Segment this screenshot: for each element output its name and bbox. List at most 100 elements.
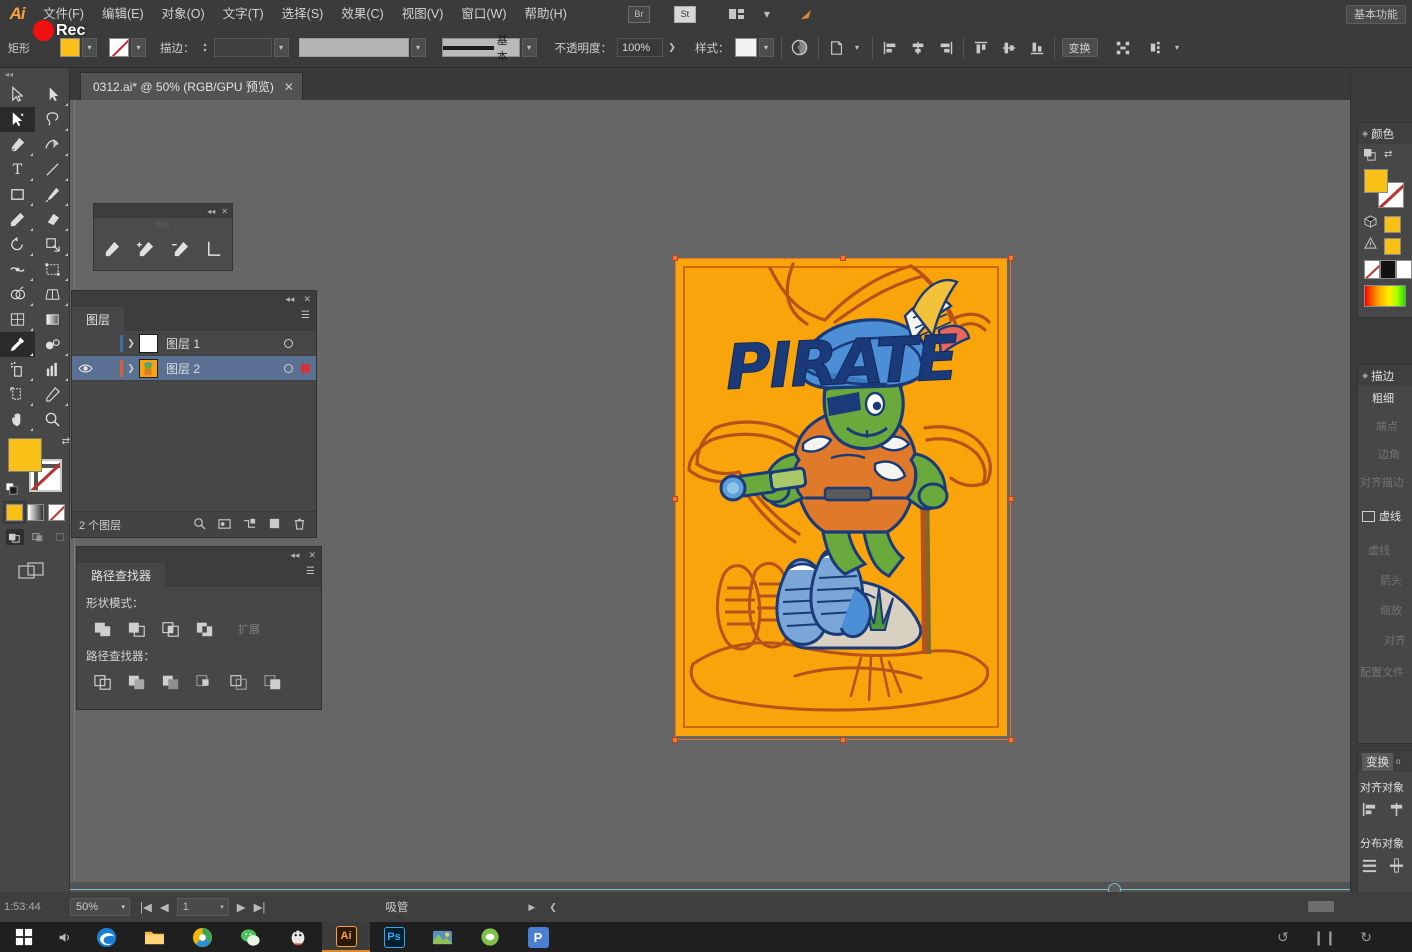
distribute-center-icon[interactable]	[1388, 857, 1405, 879]
select-similar-icon[interactable]	[1146, 37, 1168, 59]
selection-tool[interactable]	[0, 82, 35, 107]
paintbrush-tool[interactable]	[35, 182, 70, 207]
black-swatch[interactable]	[1380, 260, 1396, 279]
color-panel[interactable]: ◈ 颜色 ⇄	[1357, 122, 1412, 318]
add-anchor-point-tool[interactable]	[133, 236, 159, 260]
make-clipping-mask-icon[interactable]	[218, 517, 231, 533]
swap-fill-stroke-icon[interactable]: ⇄	[62, 436, 70, 447]
align-center-icon-panel[interactable]	[1388, 801, 1405, 823]
out-of-gamut-warning-icon[interactable]	[1364, 237, 1377, 255]
eyedropper-tool[interactable]	[0, 332, 35, 357]
layers-panel[interactable]: ◂◂ ✕ 图层 ☰ ❯ 图层 1 ❯ 图层 2	[71, 290, 317, 538]
stroke-panel[interactable]: ◈ 描边 粗细 端点 边角 对齐描边 虚线 虚线 箭头 缩放 对齐 配置文件	[1357, 364, 1412, 744]
illustrator-icon[interactable]: Ai	[322, 922, 370, 952]
prev-page-icon[interactable]: ◀	[160, 900, 169, 914]
transform-button[interactable]: 变换	[1062, 38, 1098, 57]
minus-back-button[interactable]	[258, 670, 287, 693]
dashed-line-row[interactable]: 虚线	[1358, 490, 1412, 524]
behance-icon[interactable]	[792, 3, 822, 25]
layer-visibility-icon-2[interactable]	[72, 363, 98, 374]
mesh-tool[interactable]	[0, 307, 35, 332]
document-setup-dropdown-icon[interactable]: ▾	[850, 38, 865, 57]
menu-window[interactable]: 窗口(W)	[452, 0, 515, 28]
app-icon-circle[interactable]	[466, 922, 514, 952]
pen-tool[interactable]	[0, 132, 35, 157]
none-swatch[interactable]	[1364, 260, 1380, 279]
stroke-panel-collapse-icon[interactable]: ◈	[1362, 371, 1368, 380]
app-icon-p[interactable]: P	[514, 922, 562, 952]
symbol-sprayer-tool[interactable]	[0, 357, 35, 382]
locate-object-icon[interactable]	[193, 517, 206, 533]
artboard-tool[interactable]	[0, 382, 35, 407]
workspace-switcher[interactable]: 基本功能	[1346, 5, 1406, 24]
perspective-grid-tool[interactable]	[35, 282, 70, 307]
expand-button[interactable]: 扩展	[238, 621, 260, 637]
undo-icon[interactable]: ↺	[1277, 929, 1289, 946]
brush-dropdown-icon[interactable]: ▾	[411, 38, 426, 57]
layer-expand-icon-1[interactable]: ❯	[123, 338, 139, 349]
close-icon-layers[interactable]: ✕	[303, 294, 311, 305]
align-top-icon[interactable]	[971, 38, 991, 58]
distribute-top-icon[interactable]	[1361, 857, 1378, 879]
document-tab[interactable]: 0312.ai* @ 50% (RGB/GPU 预览) ✕	[80, 72, 303, 100]
width-tool[interactable]	[0, 257, 35, 282]
first-page-icon[interactable]: |◀	[140, 900, 152, 914]
menu-view[interactable]: 视图(V)	[393, 0, 453, 28]
page-dropdown-icon[interactable]: ▾	[220, 903, 224, 911]
tools-panel-grip[interactable]: ◂◂	[0, 68, 69, 80]
rectangle-tool[interactable]	[0, 182, 35, 207]
pause-icon[interactable]: ❙❙	[1313, 929, 1336, 946]
fill-swatch[interactable]	[60, 38, 80, 57]
transform-panel-title[interactable]: 变换	[1362, 753, 1393, 771]
arrange-documents-icon[interactable]	[722, 3, 752, 25]
layer-name-1[interactable]: 图层 1	[166, 335, 284, 352]
align-left-icon[interactable]	[880, 38, 900, 58]
start-button[interactable]	[0, 922, 48, 952]
browser-icon[interactable]	[178, 922, 226, 952]
layer-target-icon-2[interactable]	[284, 364, 293, 373]
intersect-button[interactable]	[156, 617, 185, 640]
delete-layer-icon[interactable]	[293, 517, 306, 533]
draw-inside-button[interactable]	[51, 529, 69, 545]
stroke-weight-dropdown-icon[interactable]: ▾	[274, 38, 289, 57]
direct-selection-tool[interactable]	[35, 82, 70, 107]
next-page-icon[interactable]: ▶	[237, 900, 246, 914]
layer-name-2[interactable]: 图层 2	[166, 360, 284, 377]
layer-row-1[interactable]: ❯ 图层 1	[72, 331, 316, 356]
stroke-profile-field[interactable]: 基本	[442, 38, 520, 57]
menu-help[interactable]: 帮助(H)	[516, 0, 576, 28]
close-icon-pathfinder[interactable]: ✕	[308, 550, 316, 561]
bridge-icon[interactable]: Br	[624, 3, 654, 25]
scale-tool[interactable]	[35, 232, 70, 257]
pathfinder-panel-grip[interactable]: ◂◂ ✕	[77, 547, 321, 563]
stroke-dropdown-icon[interactable]: ▾	[131, 38, 146, 57]
stroke-weight-input[interactable]	[214, 38, 272, 57]
create-new-layer-icon[interactable]	[268, 517, 281, 533]
volume-icon[interactable]	[48, 922, 82, 952]
opacity-input[interactable]: 100%	[617, 38, 663, 57]
dashed-checkbox[interactable]	[1362, 511, 1375, 522]
color-swatch-a[interactable]	[1384, 216, 1401, 233]
default-fill-stroke-icon[interactable]	[6, 483, 19, 496]
blend-tool[interactable]	[35, 332, 70, 357]
color-mode-button[interactable]	[6, 504, 23, 521]
free-transform-tool[interactable]	[35, 257, 70, 282]
divide-button[interactable]	[88, 670, 117, 693]
isolate-selected-icon[interactable]	[1112, 37, 1134, 59]
type-tool[interactable]: T	[0, 157, 35, 182]
rotate-tool[interactable]	[0, 232, 35, 257]
crop-button[interactable]	[190, 670, 219, 693]
layer-selection-indicator-2[interactable]	[301, 364, 310, 373]
panel-menu-icon[interactable]: ☰	[301, 314, 310, 318]
exclude-button[interactable]	[190, 617, 219, 640]
merge-button[interactable]	[156, 670, 185, 693]
gradient-mode-button[interactable]	[27, 504, 44, 521]
eraser-tool[interactable]	[35, 207, 70, 232]
current-tool-status[interactable]: 吸管	[385, 899, 408, 915]
align-right-icon[interactable]	[936, 38, 956, 58]
tab-pathfinder[interactable]: 路径查找器	[77, 563, 165, 587]
lasso-tool[interactable]	[35, 107, 70, 132]
redo-icon[interactable]: ↻	[1360, 929, 1372, 946]
color-panel-collapse-icon[interactable]: ◈	[1362, 129, 1368, 138]
swap-colors-icon[interactable]: ⇄	[1384, 149, 1392, 165]
